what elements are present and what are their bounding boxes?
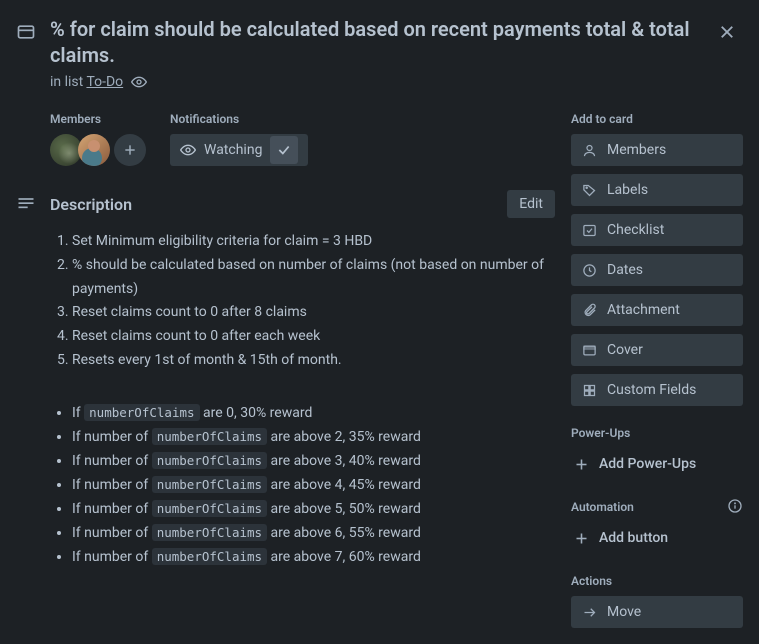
description-list-item: Resets every 1st of month & 15th of mont…: [72, 349, 555, 373]
description-list-item: If number of numberOfClaims are above 7,…: [72, 545, 555, 569]
fields-icon: [581, 383, 597, 398]
members-section: Members: [50, 112, 146, 166]
description-list-item: If number of numberOfClaims are above 3,…: [72, 449, 555, 473]
plus-icon: [573, 531, 589, 546]
description-body[interactable]: Set Minimum eligibility criteria for cla…: [50, 230, 555, 569]
description-header: Description Edit: [16, 190, 555, 218]
automation-label: Automation: [571, 500, 743, 514]
close-icon: [718, 23, 736, 41]
card-title[interactable]: % for claim should be calculated based o…: [50, 16, 701, 68]
edit-button[interactable]: Edit: [507, 190, 555, 218]
description-list-item: If number of numberOfClaims are above 4,…: [72, 473, 555, 497]
checklist-icon: [581, 223, 597, 238]
code-token: numberOfClaims: [152, 548, 267, 565]
add-to-card-label: Add to card: [571, 112, 743, 126]
description-list-item: If number of numberOfClaims are above 5,…: [72, 497, 555, 521]
description-list-item: Reset claims count to 0 after each week: [72, 325, 555, 349]
card-header: % for claim should be calculated based o…: [16, 12, 743, 98]
description-list-item: Reset claims count to 0 after 8 claims: [72, 301, 555, 325]
description-list-item: If numberOfClaims are 0, 30% reward: [72, 401, 555, 425]
attachment-button[interactable]: Attachment: [571, 294, 743, 326]
code-token: numberOfClaims: [84, 404, 199, 421]
info-icon[interactable]: [727, 498, 743, 514]
card-list-line: in list To-Do: [50, 74, 701, 90]
members-button[interactable]: Members: [571, 134, 743, 166]
code-token: numberOfClaims: [152, 428, 267, 445]
watching-button[interactable]: Watching: [170, 134, 308, 166]
member-avatar-2[interactable]: [78, 134, 110, 166]
move-button[interactable]: Move: [571, 596, 743, 628]
code-token: numberOfClaims: [152, 452, 267, 469]
description-list-item: Set Minimum eligibility criteria for cla…: [72, 230, 555, 254]
checklist-button[interactable]: Checklist: [571, 214, 743, 246]
custom-fields-button[interactable]: Custom Fields: [571, 374, 743, 406]
eye-icon: [180, 142, 196, 158]
close-button[interactable]: [711, 16, 743, 48]
notifications-section: Notifications Watching: [170, 112, 308, 166]
main-column: Members Notifications Watching: [16, 112, 555, 628]
tag-icon: [581, 183, 597, 198]
cover-icon: [581, 343, 597, 358]
add-member-button[interactable]: [114, 134, 146, 166]
check-icon: [277, 143, 291, 157]
labels-button[interactable]: Labels: [571, 174, 743, 206]
watching-check: [270, 136, 298, 164]
notifications-label: Notifications: [170, 112, 308, 126]
code-token: numberOfClaims: [152, 476, 267, 493]
list-link[interactable]: To-Do: [86, 74, 123, 90]
user-icon: [581, 143, 597, 158]
powerups-label: Power-Ups: [571, 426, 743, 440]
plus-icon: [573, 457, 589, 472]
description-list-item: % should be calculated based on number o…: [72, 254, 555, 302]
clock-icon: [581, 263, 597, 278]
add-automation-button[interactable]: Add button: [571, 522, 743, 554]
add-powerups-button[interactable]: Add Power-Ups: [571, 448, 743, 480]
card-icon: [16, 16, 40, 42]
card-modal: % for claim should be calculated based o…: [0, 0, 759, 644]
code-token: numberOfClaims: [152, 524, 267, 541]
plus-icon: [123, 143, 137, 157]
code-token: numberOfClaims: [152, 500, 267, 517]
sidebar: Add to card Members Labels Checklist Dat…: [571, 112, 743, 628]
cover-button[interactable]: Cover: [571, 334, 743, 366]
members-label: Members: [50, 112, 146, 126]
description-icon: [16, 194, 40, 214]
description-list-item: If number of numberOfClaims are above 2,…: [72, 425, 555, 449]
arrow-right-icon: [581, 605, 597, 620]
eye-icon: [131, 74, 147, 90]
dates-button[interactable]: Dates: [571, 254, 743, 286]
attachment-icon: [581, 303, 597, 318]
description-title: Description: [50, 195, 507, 214]
actions-label: Actions: [571, 574, 743, 588]
description-list-item: If number of numberOfClaims are above 6,…: [72, 521, 555, 545]
